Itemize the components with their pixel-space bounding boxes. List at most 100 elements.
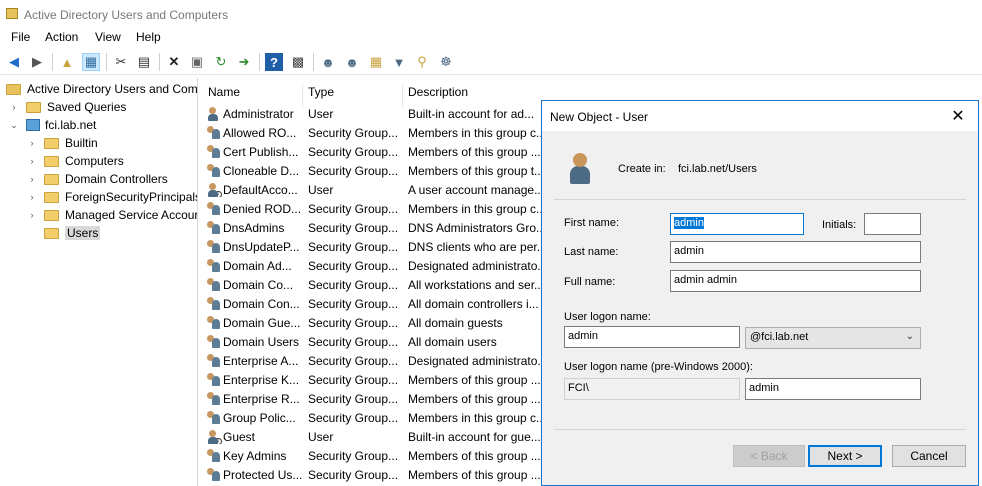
create-in-value: fci.lab.net/Users	[678, 163, 757, 175]
table-row[interactable]: Domain Con... Security Group... All domain…	[200, 295, 542, 314]
cell-type: Security Group...	[308, 221, 399, 235]
forward-arrow-icon[interactable]: ▶	[28, 53, 46, 71]
cancel-button[interactable]: Cancel	[892, 445, 966, 467]
full-name-field[interactable]: admin admin	[670, 270, 921, 292]
expand-icon[interactable]: ›	[26, 174, 38, 184]
tree-item-saved-queries[interactable]: › Saved Queries	[8, 98, 127, 116]
group-icon	[206, 411, 220, 425]
show-tree-icon[interactable]: ▦	[82, 53, 100, 71]
tree-item-builtin[interactable]: › Builtin	[26, 134, 98, 152]
row-name-text: Key Admins	[223, 449, 287, 463]
cell-name: Enterprise A...	[206, 354, 302, 368]
folder-icon	[44, 137, 59, 149]
table-row[interactable]: Cloneable D... Security Group... Members o…	[200, 162, 542, 181]
delegate-icon[interactable]: ☸	[437, 53, 455, 71]
table-row[interactable]: ↓ Guest User Built-in account for gue...	[200, 428, 542, 447]
mmc-view-icon[interactable]: ▩	[289, 53, 307, 71]
cell-type: User	[308, 183, 334, 197]
table-row[interactable]: Domain Ad... Security Group... Designated …	[200, 257, 542, 276]
cell-type: User	[308, 430, 334, 444]
menu-help[interactable]: Help	[136, 30, 161, 44]
back-button[interactable]: < Back	[733, 445, 805, 467]
delete-icon[interactable]: ✕	[165, 53, 183, 71]
expand-icon[interactable]: ›	[26, 192, 38, 202]
table-row[interactable]: Denied ROD... Security Group... Members in…	[200, 200, 542, 219]
pre2000-label: User logon name (pre-Windows 2000):	[564, 361, 753, 373]
table-row[interactable]: DnsUpdateP... Security Group... DNS client…	[200, 238, 542, 257]
cell-name: Group Polic...	[206, 411, 302, 425]
table-row[interactable]: Enterprise K... Security Group... Members …	[200, 371, 542, 390]
table-row[interactable]: DnsAdmins Security Group... DNS Administra…	[200, 219, 542, 238]
cut-icon[interactable]: ✂	[112, 53, 130, 71]
group-icon	[206, 202, 220, 216]
column-header-type[interactable]: Type	[308, 85, 334, 99]
initials-field[interactable]	[864, 213, 921, 235]
last-name-field[interactable]: admin	[670, 241, 921, 263]
window-title: Active Directory Users and Computers	[24, 8, 229, 22]
cell-description: Built-in account for ad...	[408, 107, 535, 121]
tree-item-domain[interactable]: ⌄ fci.lab.net	[8, 116, 96, 134]
tree-item-label: Saved Queries	[47, 100, 127, 114]
tree-item-label: Builtin	[65, 136, 98, 150]
table-row[interactable]: Administrator User Built-in account for ad…	[200, 105, 542, 124]
new-group-icon[interactable]: ☻	[343, 53, 361, 71]
table-row[interactable]: ↓ DefaultAcco... User A user account manage…	[200, 181, 542, 200]
column-divider[interactable]	[302, 85, 303, 107]
row-name-text: Domain Users	[223, 335, 300, 349]
expand-icon[interactable]: ›	[26, 156, 38, 166]
collapse-icon[interactable]: ⌄	[8, 120, 20, 131]
group-icon	[206, 297, 220, 311]
table-row[interactable]: Cert Publish... Security Group... Members …	[200, 143, 542, 162]
table-row[interactable]: Domain Gue... Security Group... All domain…	[200, 314, 542, 333]
menu-action[interactable]: Action	[45, 30, 78, 44]
table-row[interactable]: Protected Us... Security Group... Members …	[200, 466, 542, 485]
table-row[interactable]: Domain Co... Security Group... All worksta…	[200, 276, 542, 295]
table-row[interactable]: Enterprise R... Security Group... Members …	[200, 390, 542, 409]
help-icon[interactable]: ?	[265, 53, 283, 71]
table-row[interactable]: Key Admins Security Group... Members of th…	[200, 447, 542, 466]
column-header-description[interactable]: Description	[408, 85, 468, 99]
expand-icon[interactable]: ›	[26, 138, 38, 148]
disabled-arrow-icon: ↓	[215, 191, 222, 197]
next-button[interactable]: Next >	[808, 445, 882, 467]
table-row[interactable]: Domain Users Security Group... All domain …	[200, 333, 542, 352]
tree-item-users[interactable]: Users	[26, 224, 101, 242]
first-name-label: First name:	[564, 217, 620, 229]
new-user-icon[interactable]: ☻	[319, 53, 337, 71]
row-name-text: Protected Us...	[223, 468, 302, 482]
upn-suffix-select[interactable]: @fci.lab.net ⌄	[745, 327, 921, 349]
copy-icon[interactable]: ▤	[135, 53, 153, 71]
tree-item-foreign-security-principals[interactable]: › ForeignSecurityPrincipals	[26, 188, 198, 206]
column-header-name[interactable]: Name	[208, 85, 240, 99]
find-icon[interactable]: ⚲	[413, 53, 431, 71]
console-tree: Active Directory Users and Com › Saved Q…	[0, 78, 198, 486]
row-name-text: Enterprise K...	[223, 373, 300, 387]
tree-item-label: Computers	[65, 154, 124, 168]
menu-view[interactable]: View	[95, 30, 121, 44]
table-row[interactable]: Allowed RO... Security Group... Members in…	[200, 124, 542, 143]
refresh-icon[interactable]: ↻	[212, 53, 230, 71]
expand-icon[interactable]: ›	[26, 210, 38, 220]
tree-root[interactable]: Active Directory Users and Com	[6, 80, 197, 98]
close-icon[interactable]: ✕	[948, 106, 968, 126]
filter-icon[interactable]: ▼	[390, 53, 408, 71]
properties-icon[interactable]: ▣	[188, 53, 206, 71]
tree-item-managed-service-accounts[interactable]: › Managed Service Accour	[26, 206, 198, 224]
logon-name-field[interactable]: admin	[564, 326, 740, 348]
tree-item-domain-controllers[interactable]: › Domain Controllers	[26, 170, 168, 188]
folder-icon	[44, 155, 59, 167]
up-folder-icon[interactable]: ▲	[58, 53, 76, 71]
dialog-title: New Object - User	[550, 110, 649, 124]
first-name-field[interactable]: admin	[670, 213, 804, 235]
export-list-icon[interactable]: ➜	[235, 53, 253, 71]
new-ou-icon[interactable]: ▦	[367, 53, 385, 71]
pre2000-name-field[interactable]: admin	[745, 378, 921, 400]
cell-description: Members of this group ...	[408, 468, 541, 482]
back-arrow-icon[interactable]: ◀	[5, 53, 23, 71]
column-divider[interactable]	[402, 85, 403, 107]
table-row[interactable]: Group Polic... Security Group... Members i…	[200, 409, 542, 428]
expand-icon[interactable]: ›	[8, 102, 20, 112]
table-row[interactable]: Enterprise A... Security Group... Designat…	[200, 352, 542, 371]
tree-item-computers[interactable]: › Computers	[26, 152, 124, 170]
menu-file[interactable]: File	[11, 30, 30, 44]
